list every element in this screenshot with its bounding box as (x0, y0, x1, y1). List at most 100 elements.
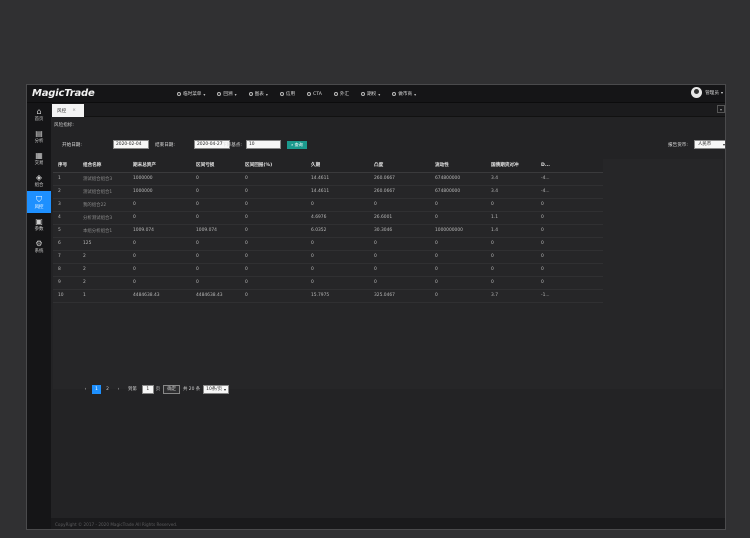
column-header[interactable]: 期末总资产 (128, 159, 191, 173)
table-cell: 10 (53, 289, 78, 303)
table-cell: 3.7 (486, 289, 536, 303)
page-size-select[interactable]: 10条/页 ▾ (203, 384, 230, 394)
table-cell: 0 (191, 237, 240, 251)
next-page-icon[interactable]: › (114, 385, 123, 394)
table-row[interactable]: 6 125 0 0 0 0 0 0 0 0 (53, 237, 603, 251)
table-cell: 30.3046 (369, 224, 430, 238)
sidebar: ⌂ 首页 ▤ 分析 ▦ 交易 ◈ 组合 ⛉ 风控 ▣ 参数 ⚙ 系统 (27, 103, 51, 529)
table-row[interactable]: 7200000000 (53, 250, 603, 264)
table-cell: 0 (430, 276, 486, 290)
table-cell: 0 (486, 237, 536, 251)
nav-icon (361, 92, 366, 96)
sidebar-item-6[interactable]: ⚙ 系统 (27, 235, 51, 257)
nav-item-4[interactable]: CTA (307, 92, 322, 97)
column-header[interactable]: 国债期货对冲 (486, 159, 536, 173)
table-cell: 测试组合组合1 (78, 185, 128, 199)
column-header[interactable]: 组合名称 (78, 159, 128, 173)
table-cell: 1009.074 (191, 224, 240, 238)
column-header[interactable]: 区间亏损 (191, 159, 240, 173)
table-row[interactable]: 1 测试组合组合3 1000000 0 0 14.4611 260.0667 67480000… (53, 172, 603, 186)
column-header[interactable]: D... (536, 159, 603, 173)
table-cell: 0 (306, 263, 369, 277)
table-cell: 0 (191, 198, 240, 212)
column-header[interactable]: 流动性 (430, 159, 486, 173)
shield-icon: ⛉ (36, 194, 42, 204)
column-header[interactable]: 久期 (306, 159, 369, 173)
table-header-row: 序号 组合名称 期末总资产 区间亏损 区间回报(%) 久期 凸度 流动性 国债期货对冲 D... (53, 159, 603, 173)
table-cell: 0 (486, 263, 536, 277)
table-cell: 分析测试组合3 (78, 211, 128, 225)
table-cell: 6 (53, 237, 78, 251)
table-cell: 0 (128, 263, 191, 277)
user-menu[interactable]: 管理员 ▾ (691, 87, 723, 98)
goto-page-input[interactable]: 1 (141, 384, 154, 394)
table-row[interactable]: 5 本组分析组合1 1009.074 1009.074 0 6.0352 30.3046 10… (53, 224, 603, 238)
tab-risk[interactable]: 风控 × (52, 104, 84, 117)
column-header[interactable]: 序号 (53, 159, 78, 173)
confirm-page-button[interactable]: 确定 (163, 384, 180, 394)
cube-icon: ◈ (35, 172, 43, 182)
nav-label: CTA (313, 91, 322, 97)
sidebar-item-3[interactable]: ◈ 组合 (27, 169, 51, 191)
sidebar-item-label: 风控 (34, 204, 44, 210)
nav-icon (333, 92, 338, 96)
table-row[interactable]: 9200000000 (53, 276, 603, 290)
table-row[interactable]: 4 分析测试组合3 0 0 0 4.6976 26.6001 0 1.1 0 (53, 211, 603, 225)
table-cell: 0 (430, 198, 486, 212)
nav-item-7[interactable]: 做市商 ▾ (392, 91, 416, 97)
sidebar-item-5[interactable]: ▣ 参数 (27, 213, 51, 235)
table-cell: 2 (53, 185, 78, 199)
avatar[interactable] (691, 87, 703, 98)
tab-bar: 风控 × ▾ (51, 103, 725, 117)
page-number[interactable]: 1 (92, 384, 101, 394)
app-logo[interactable]: MagicTrade (32, 88, 95, 99)
table-cell: 125 (78, 237, 128, 251)
tab-menu-icon[interactable]: ▾ (717, 105, 725, 113)
nav-item-2[interactable]: 图表 ▾ (248, 91, 268, 97)
nav-item-1[interactable]: 回溯 ▾ (217, 91, 237, 97)
start-date-input[interactable]: 2020-02-04 (113, 140, 149, 149)
sidebar-item-label: 分析 (34, 138, 44, 144)
table-cell: 0 (240, 198, 306, 212)
table-row[interactable]: 3 我的组合22 0 0 0 0 0 0 0 0 (53, 198, 603, 212)
sidebar-item-1[interactable]: ▤ 分析 (27, 125, 51, 147)
table-cell: 0 (128, 250, 191, 264)
sidebar-item-0[interactable]: ⌂ 首页 (27, 103, 51, 125)
column-header[interactable]: 凸度 (369, 159, 430, 173)
table-cell: 0 (486, 276, 536, 290)
table-cell: 674800000 (430, 185, 486, 199)
table-cell: 1 (78, 289, 128, 303)
table-cell: 0 (536, 198, 603, 212)
currency-value: 人民币 (698, 142, 712, 147)
bp-input[interactable]: 10 (246, 140, 281, 149)
nav-item-3[interactable]: 信用 (279, 91, 295, 97)
user-name[interactable]: 管理员 (705, 90, 719, 96)
table-cell: 0 (430, 237, 486, 251)
nav-label: 做市商 (398, 92, 413, 97)
table-cell: 0 (240, 172, 306, 186)
book-icon: ▤ (35, 128, 43, 138)
table-row[interactable]: 8200000000 (53, 263, 603, 277)
nav-item-6[interactable]: 期权 ▾ (361, 91, 380, 97)
prev-page-icon[interactable]: ‹ (81, 385, 90, 394)
filter-bar: 开始日期: 2020-02-04 结束日期: 2020-04-27 下降基点: … (51, 138, 725, 152)
table-cell: 0 (536, 276, 603, 290)
sidebar-item-4[interactable]: ⛉ 风控 (27, 191, 51, 213)
table-cell: 0 (240, 185, 306, 199)
currency-select[interactable]: 人民币 ▾ (694, 140, 725, 149)
nav-icon (392, 92, 397, 96)
sidebar-item-2[interactable]: ▦ 交易 (27, 147, 51, 169)
nav-item-5[interactable]: 外汇 (333, 91, 349, 97)
page-unit: 页 (155, 387, 161, 392)
table-row[interactable]: 10 1 4484638.43 4484638.43 0 15.7975 325.0467 0… (53, 289, 603, 303)
table-cell: 测试组合组合3 (78, 172, 128, 186)
sidebar-item-label: 系统 (34, 248, 44, 254)
table-cell: 0 (536, 263, 603, 277)
column-header[interactable]: 区间回报(%) (240, 159, 306, 173)
page-number[interactable]: 2 (103, 385, 112, 394)
query-button[interactable]: ⌕ 查询 (287, 140, 307, 149)
close-icon[interactable]: × (72, 108, 76, 113)
table-cell: 0 (128, 211, 191, 225)
table-row[interactable]: 2 测试组合组合1 1000000 0 0 14.4611 260.0667 67480000… (53, 185, 603, 199)
nav-item-0[interactable]: 临时菜单 ▾ (177, 91, 205, 97)
